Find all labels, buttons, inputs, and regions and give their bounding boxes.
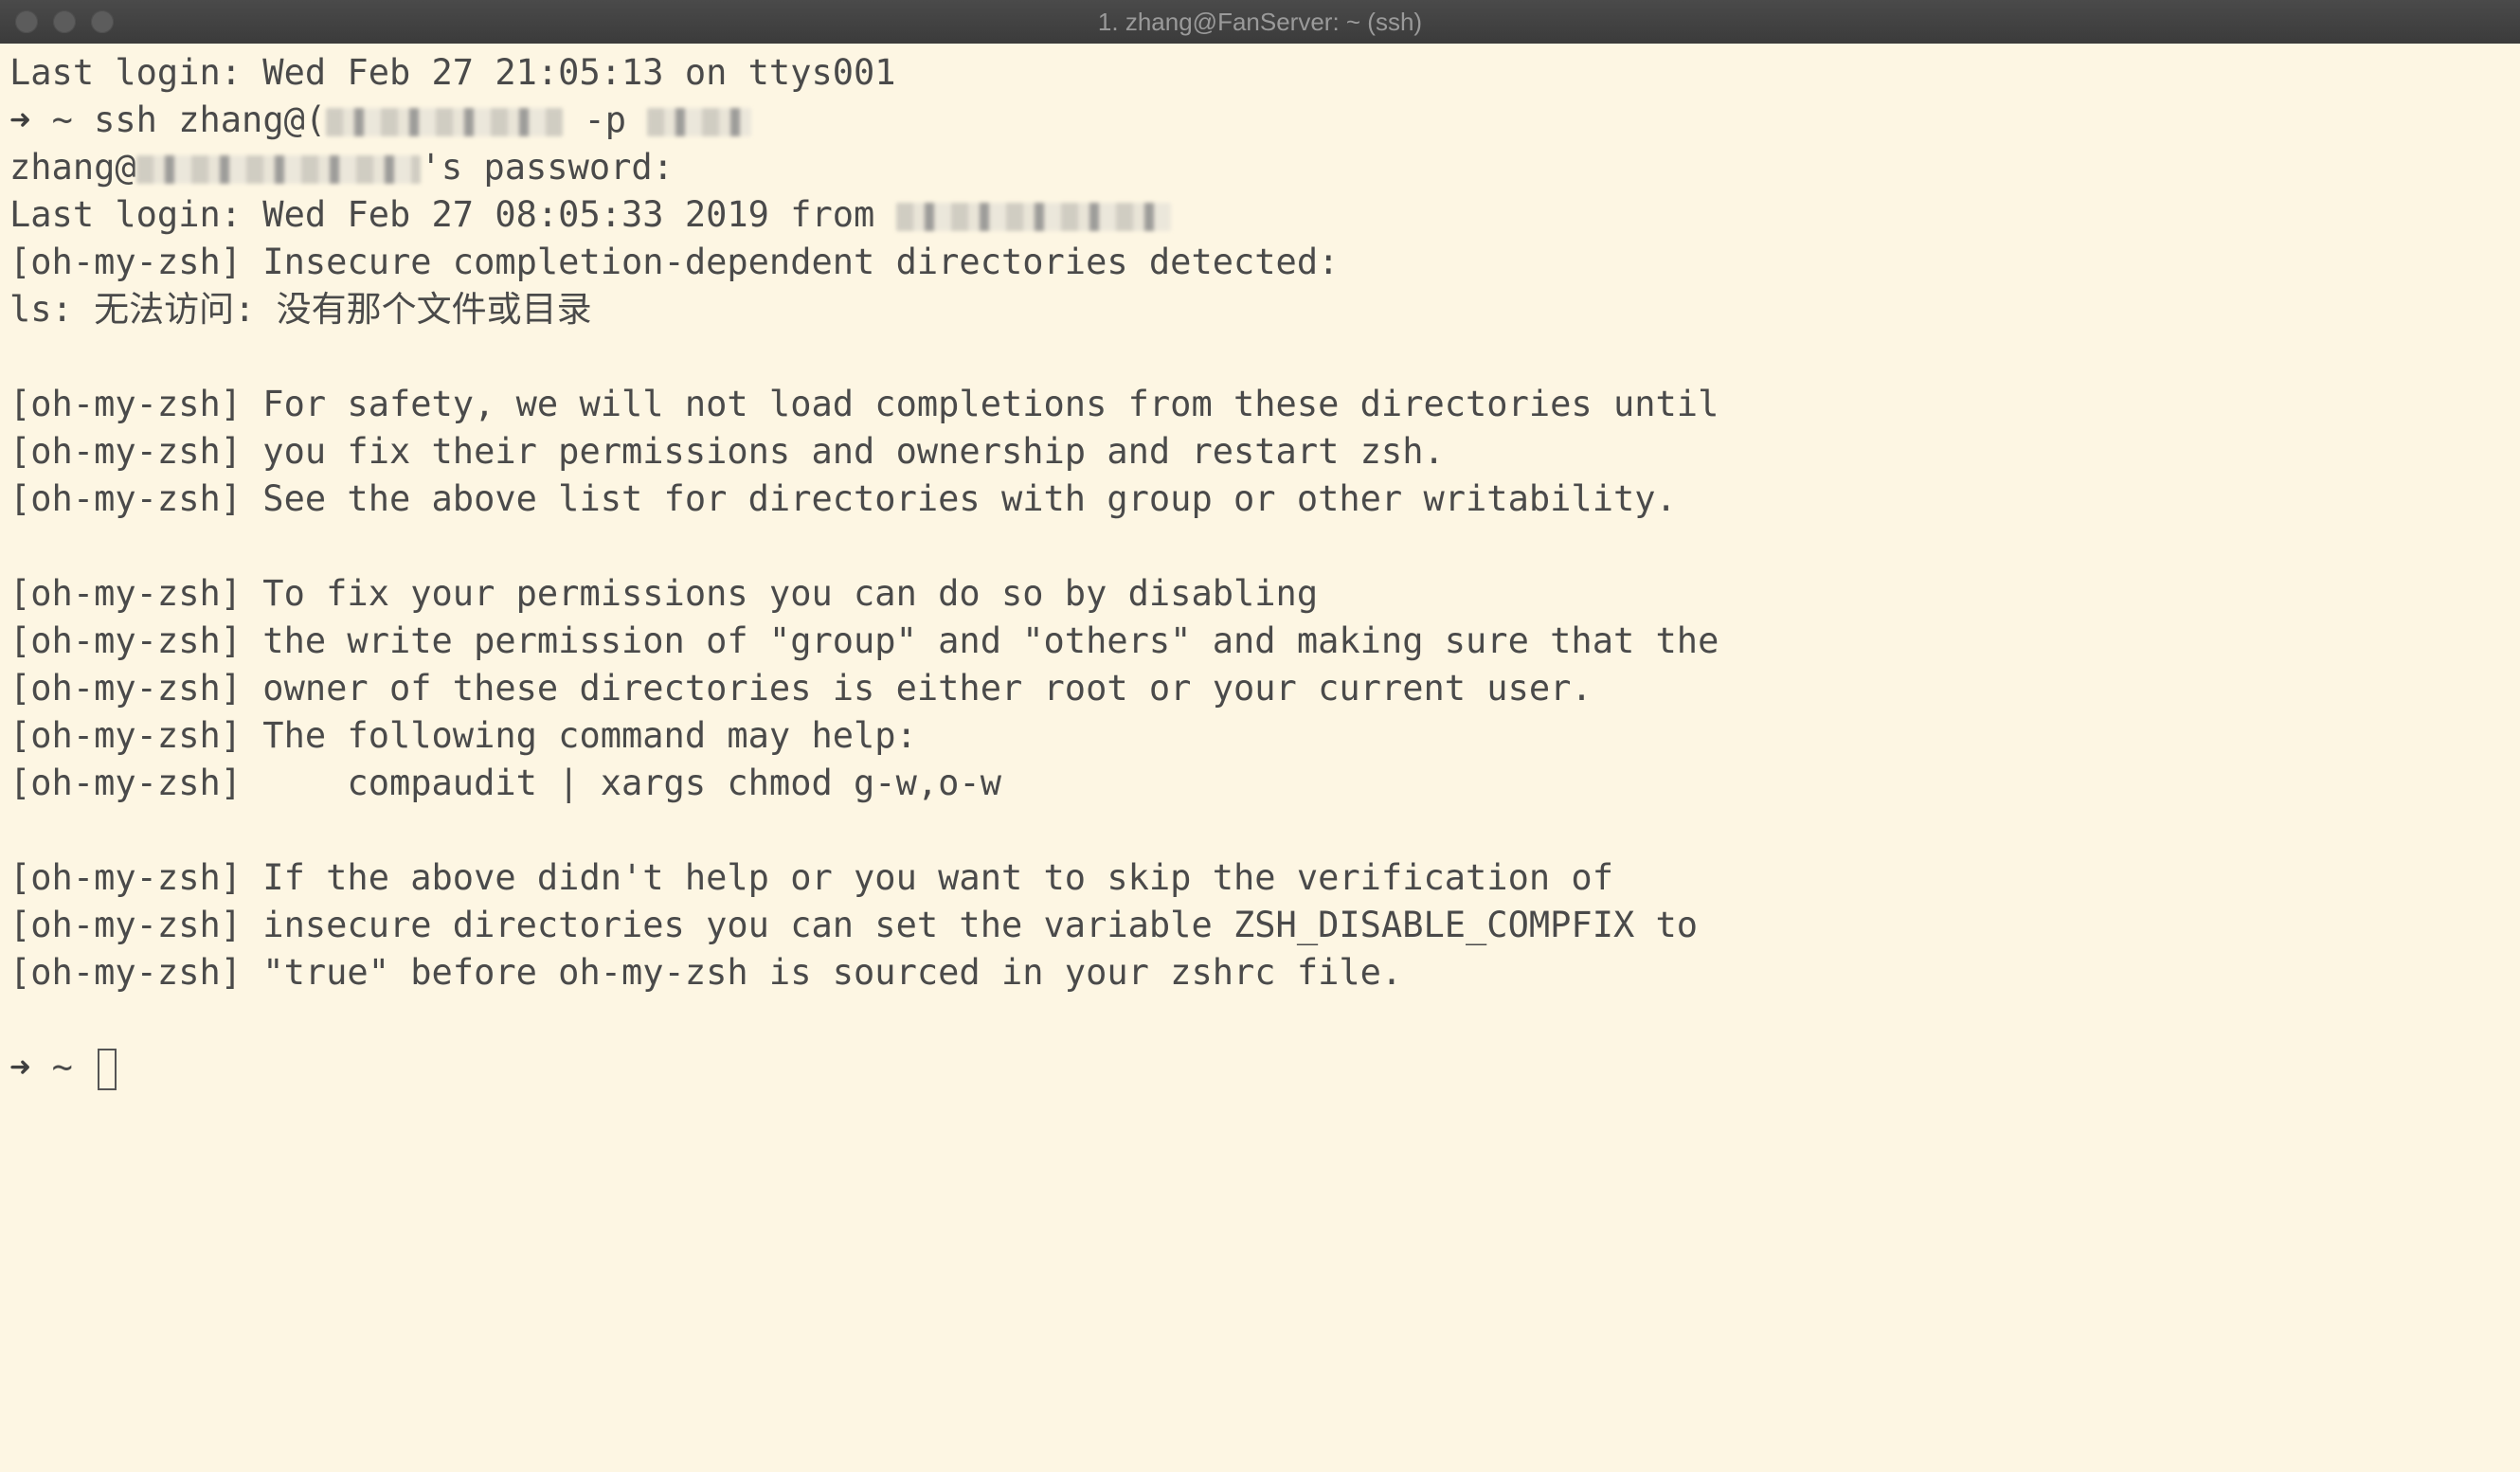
terminal-line: ls: 无法访问: 没有那个文件或目录 bbox=[9, 289, 592, 330]
password-prompt-line: zhang@ 's password: bbox=[9, 144, 2520, 191]
last-login-local-line: Last login: Wed Feb 27 21:05:13 on ttys0… bbox=[9, 52, 896, 93]
terminal-line: [oh-my-zsh] "true" before oh-my-zsh is s… bbox=[9, 952, 1403, 993]
last-login-remote-text: Last login: Wed Feb 27 08:05:33 2019 fro… bbox=[9, 194, 875, 235]
ssh-port-flag: -p bbox=[584, 99, 627, 140]
ssh-command-text: ssh zhang@( bbox=[94, 99, 327, 140]
password-prompt-suffix: 's password: bbox=[420, 147, 674, 188]
prompt-arrow-icon: ➜ bbox=[9, 1047, 31, 1087]
password-user: zhang@ bbox=[9, 147, 136, 188]
prompt-directory: ~ bbox=[51, 99, 73, 140]
terminal-window: 1. zhang@FanServer: ~ (ssh) Last login: … bbox=[0, 0, 2520, 1472]
redacted-host bbox=[135, 154, 421, 184]
terminal-line: [oh-my-zsh] owner of these directories i… bbox=[9, 668, 1593, 709]
prompt-directory: ~ bbox=[51, 1047, 73, 1087]
terminal-line: [oh-my-zsh] the write permission of "gro… bbox=[9, 620, 1719, 661]
terminal-line: [oh-my-zsh] you fix their permissions an… bbox=[9, 431, 1445, 472]
terminal-line: [oh-my-zsh] For safety, we will not load… bbox=[9, 384, 1719, 424]
current-prompt-line[interactable]: ➜ ~ bbox=[9, 1044, 2520, 1091]
terminal-line: [oh-my-zsh] To fix your permissions you … bbox=[9, 573, 1319, 614]
text-cursor[interactable] bbox=[98, 1048, 117, 1090]
prompt-arrow-icon: ➜ bbox=[9, 99, 31, 140]
terminal-line: [oh-my-zsh] The following command may he… bbox=[9, 715, 917, 756]
redacted-port bbox=[647, 107, 752, 136]
title-bar[interactable]: 1. zhang@FanServer: ~ (ssh) bbox=[0, 0, 2520, 45]
redacted-host bbox=[326, 107, 564, 136]
terminal-line: [oh-my-zsh] Insecure completion-dependen… bbox=[9, 242, 1340, 282]
ssh-command-line: ➜ ~ ssh zhang@( -p bbox=[9, 97, 2520, 144]
window-title: 1. zhang@FanServer: ~ (ssh) bbox=[1097, 8, 1423, 36]
terminal-line: [oh-my-zsh] compaudit | xargs chmod g-w,… bbox=[9, 763, 1001, 803]
redacted-ip bbox=[895, 202, 1171, 231]
terminal-output[interactable]: Last login: Wed Feb 27 21:05:13 on ttys0… bbox=[0, 44, 2520, 1472]
terminal-line: [oh-my-zsh] insecure directories you can… bbox=[9, 905, 1699, 945]
terminal-line: [oh-my-zsh] See the above list for direc… bbox=[9, 478, 1677, 519]
terminal-line: [oh-my-zsh] If the above didn't help or … bbox=[9, 857, 1613, 898]
last-login-remote-line: Last login: Wed Feb 27 08:05:33 2019 fro… bbox=[9, 191, 2520, 239]
